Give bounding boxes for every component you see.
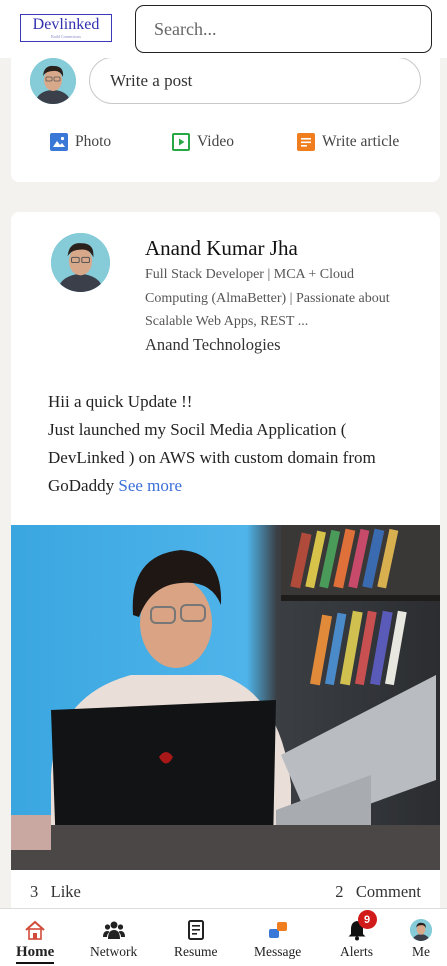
comment-count-button[interactable]: 2 Comment <box>335 882 421 902</box>
photo-icon <box>50 133 68 151</box>
message-icon <box>267 919 289 941</box>
post-text: Hii a quick Update !! Just launched my S… <box>48 388 418 500</box>
author-name[interactable]: Anand Kumar Jha <box>145 236 298 261</box>
search-input[interactable] <box>135 5 432 53</box>
author-company: Anand Technologies <box>145 335 281 354</box>
video-icon <box>172 133 190 151</box>
nav-message[interactable]: Message <box>254 919 301 960</box>
nav-resume[interactable]: Resume <box>174 919 218 960</box>
author-headline: Full Stack Developer | MCA + Cloud Compu… <box>145 267 390 329</box>
write-post-placeholder: Write a post <box>110 70 193 90</box>
resume-icon <box>185 919 207 941</box>
nav-network[interactable]: Network <box>90 919 137 960</box>
post-text-line2: Just launched my Socil Media Application… <box>48 420 376 495</box>
write-post-input[interactable]: Write a post <box>89 57 421 104</box>
nav-home[interactable]: Home <box>16 919 55 964</box>
comment-count: 2 <box>335 882 344 901</box>
nav-me[interactable]: Me <box>410 919 432 960</box>
logo-text: Devlinked <box>32 16 100 33</box>
nav-network-label: Network <box>90 944 138 959</box>
app-logo[interactable]: Devlinked Build Connections <box>20 14 112 42</box>
nav-resume-label: Resume <box>174 944 218 959</box>
nav-alerts[interactable]: 9 Alerts <box>340 910 377 960</box>
write-article-button[interactable]: Write article <box>297 133 399 151</box>
see-more-link[interactable]: See more <box>118 476 182 495</box>
top-header: Devlinked Build Connections <box>0 0 447 58</box>
author-avatar[interactable] <box>51 233 110 292</box>
home-icon <box>24 919 46 941</box>
nav-alerts-label: Alerts <box>340 944 373 959</box>
video-label: Video <box>197 133 234 150</box>
bell-icon: 9 <box>346 910 377 941</box>
network-icon <box>102 919 125 941</box>
post-image[interactable] <box>11 525 440 870</box>
comment-label: Comment <box>355 882 421 901</box>
like-label: Like <box>50 882 81 901</box>
nav-message-label: Message <box>254 944 302 959</box>
like-count-button[interactable]: 3 Like <box>30 882 81 902</box>
post-composer: Write a post Photo Video Write article <box>11 50 440 182</box>
video-button[interactable]: Video <box>172 133 234 151</box>
photo-button[interactable]: Photo <box>50 133 111 151</box>
bottom-nav: Home Network Resume Message 9 Alerts Me <box>0 908 447 966</box>
nav-me-label: Me <box>412 944 430 959</box>
nav-home-label: Home <box>16 944 55 964</box>
article-icon <box>297 133 315 151</box>
like-count: 3 <box>30 882 39 901</box>
photo-label: Photo <box>75 133 112 150</box>
post-text-line1: Hii a quick Update !! <box>48 392 193 411</box>
post-card: Anand Kumar Jha Full Stack Developer | M… <box>11 212 440 912</box>
alerts-badge: 9 <box>357 910 377 929</box>
logo-tagline: Build Connections <box>51 34 81 39</box>
avatar[interactable] <box>30 58 76 104</box>
write-article-label: Write article <box>322 133 400 150</box>
avatar <box>410 919 432 941</box>
